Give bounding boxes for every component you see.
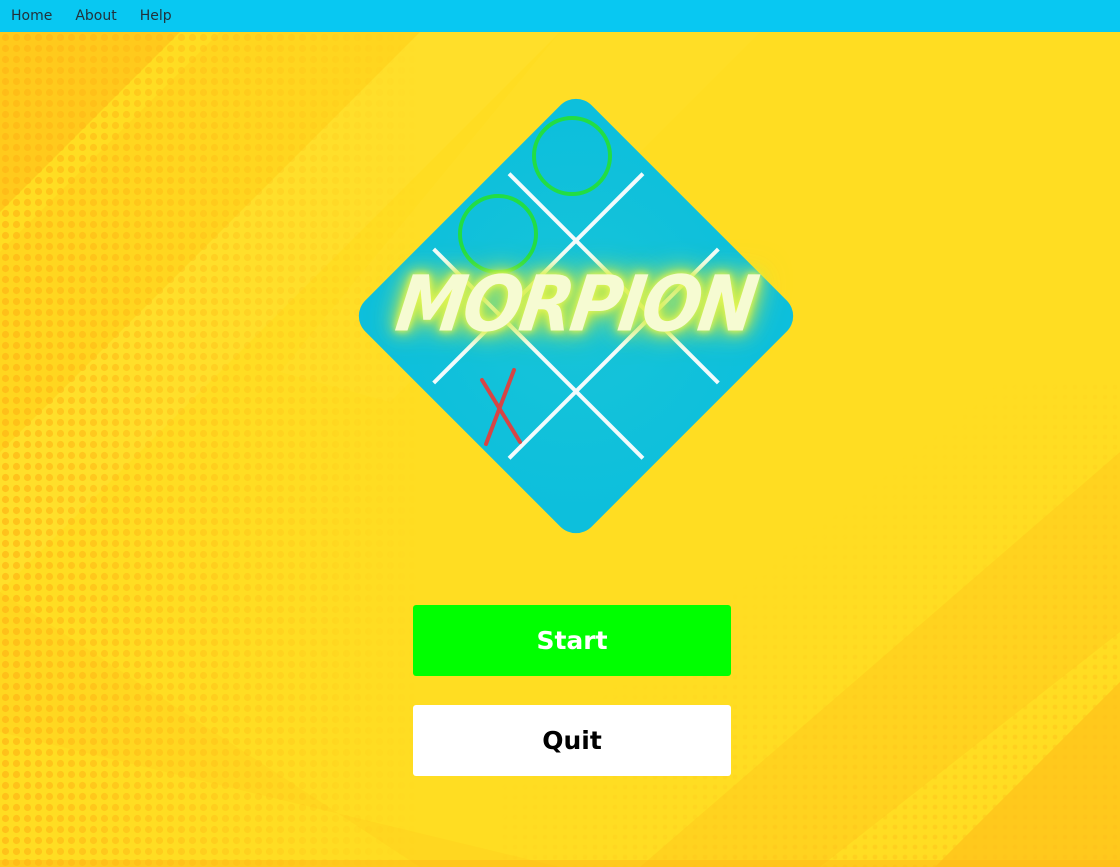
start-button[interactable]: Start	[413, 605, 731, 676]
menu-item-home[interactable]: Home	[11, 1, 52, 31]
logo-title: MORPION	[390, 258, 762, 350]
quit-button[interactable]: Quit	[413, 705, 731, 776]
menu-item-help[interactable]: Help	[140, 1, 172, 31]
morpion-logo: MORPION	[346, 86, 806, 546]
menu-bar: Home About Help	[0, 0, 1120, 32]
menu-item-about[interactable]: About	[75, 1, 116, 31]
